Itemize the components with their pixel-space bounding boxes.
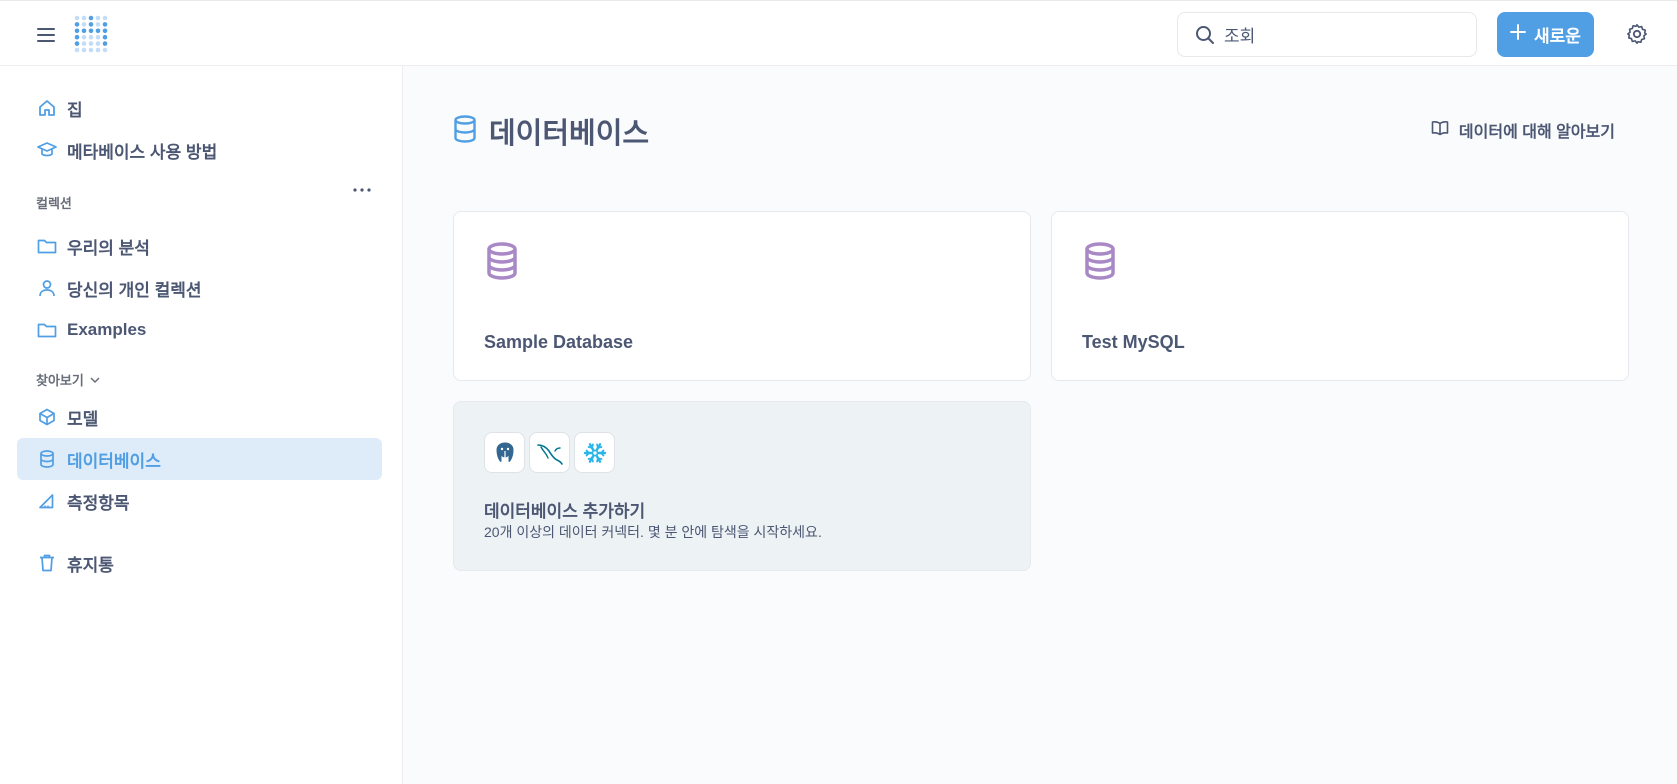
sidebar-item-label: 메타베이스 사용 방법 bbox=[67, 142, 218, 162]
top-navbar: 조회 새로운 bbox=[0, 0, 1677, 66]
book-icon bbox=[1431, 120, 1449, 141]
database-card-sample[interactable]: Sample Database bbox=[453, 211, 1031, 381]
home-icon bbox=[37, 98, 57, 118]
sidebar-item-metrics[interactable]: 측정항목 bbox=[17, 480, 382, 522]
sidebar-item-label: 데이터베이스 bbox=[67, 451, 161, 471]
mysql-logo-icon bbox=[529, 432, 570, 473]
folder-icon bbox=[37, 236, 57, 256]
database-card-test-mysql[interactable]: Test MySQL bbox=[1051, 211, 1629, 381]
folder-icon bbox=[37, 320, 57, 340]
sidebar-item-home[interactable]: 집 bbox=[17, 87, 382, 129]
person-icon bbox=[37, 278, 57, 298]
database-icon bbox=[1082, 242, 1118, 280]
database-icon bbox=[453, 114, 477, 148]
add-database-title: 데이터베이스 추가하기 bbox=[484, 502, 646, 521]
add-database-subtitle: 20개 이상의 데이터 커넥터. 몇 분 안에 탐색을 시작하세요. bbox=[484, 524, 822, 540]
sidebar-item-models[interactable]: 모델 bbox=[17, 396, 382, 438]
browse-section-toggle[interactable]: 찾아보기 bbox=[36, 370, 100, 389]
sidebar-item-label: 집 bbox=[67, 100, 83, 120]
page-title: 데이터베이스 bbox=[489, 118, 650, 150]
sidebar-item-personal-collection[interactable]: 당신의 개인 컬렉션 bbox=[17, 267, 382, 309]
gear-icon[interactable] bbox=[1624, 21, 1650, 47]
search-input[interactable]: 조회 bbox=[1177, 12, 1477, 57]
sidebar-item-label: 모델 bbox=[67, 409, 99, 429]
sidebar-item-trash[interactable]: 휴지통 bbox=[17, 542, 382, 584]
database-icon bbox=[484, 242, 520, 280]
sidebar-item-getting-started[interactable]: 메타베이스 사용 방법 bbox=[17, 129, 382, 171]
sidebar-item-our-analytics[interactable]: 우리의 분석 bbox=[17, 225, 382, 267]
sidebar-item-label: Examples bbox=[67, 320, 147, 339]
new-button[interactable]: 새로운 bbox=[1497, 12, 1594, 57]
sidebar-toggle-icon[interactable] bbox=[34, 23, 58, 47]
sidebar-item-label: 당신의 개인 컬렉션 bbox=[67, 280, 202, 300]
postgresql-logo-icon bbox=[484, 432, 525, 473]
sidebar-item-examples[interactable]: Examples bbox=[17, 309, 382, 351]
database-name: Test MySQL bbox=[1082, 332, 1185, 352]
cube-icon bbox=[37, 407, 57, 427]
add-database-card[interactable]: 데이터베이스 추가하기 20개 이상의 데이터 커넥터. 몇 분 안에 탐색을 … bbox=[453, 401, 1031, 571]
database-name: Sample Database bbox=[484, 332, 634, 352]
page-header: 데이터베이스 bbox=[453, 110, 649, 152]
snowflake-logo-icon bbox=[574, 432, 615, 473]
learn-link-label: 데이터에 대해 알아보기 bbox=[1458, 124, 1615, 141]
collections-section-title: 컬렉션 bbox=[36, 193, 72, 212]
database-icon bbox=[37, 449, 57, 469]
learn-about-data-link[interactable]: 데이터에 대해 알아보기 bbox=[1431, 118, 1615, 142]
collections-title: 컬렉션 bbox=[36, 196, 72, 211]
sidebar-item-label: 측정항목 bbox=[67, 493, 130, 513]
sidebar-item-label: 휴지통 bbox=[67, 555, 114, 575]
chevron-down-icon bbox=[90, 372, 100, 387]
search-placeholder: 조회 bbox=[1224, 27, 1256, 46]
trash-icon bbox=[37, 553, 57, 573]
browse-title: 찾아보기 bbox=[36, 373, 84, 388]
main-content: 데이터베이스 데이터에 대해 알아보기 Sample Database Test… bbox=[403, 66, 1677, 784]
graduation-cap-icon bbox=[37, 140, 57, 160]
plus-icon bbox=[1510, 24, 1527, 45]
metabase-logo-icon[interactable] bbox=[72, 15, 110, 53]
more-options-icon[interactable] bbox=[352, 182, 372, 198]
sidebar: 집 메타베이스 사용 방법 컬렉션 우리의 분석 당신의 개인 컬렉션 Exam… bbox=[0, 66, 403, 784]
search-icon bbox=[1194, 24, 1216, 46]
ruler-icon bbox=[37, 491, 57, 511]
sidebar-item-databases[interactable]: 데이터베이스 bbox=[17, 438, 382, 480]
connector-logos bbox=[484, 432, 615, 473]
sidebar-item-label: 우리의 분석 bbox=[67, 238, 150, 258]
new-button-label: 새로운 bbox=[1534, 27, 1581, 46]
